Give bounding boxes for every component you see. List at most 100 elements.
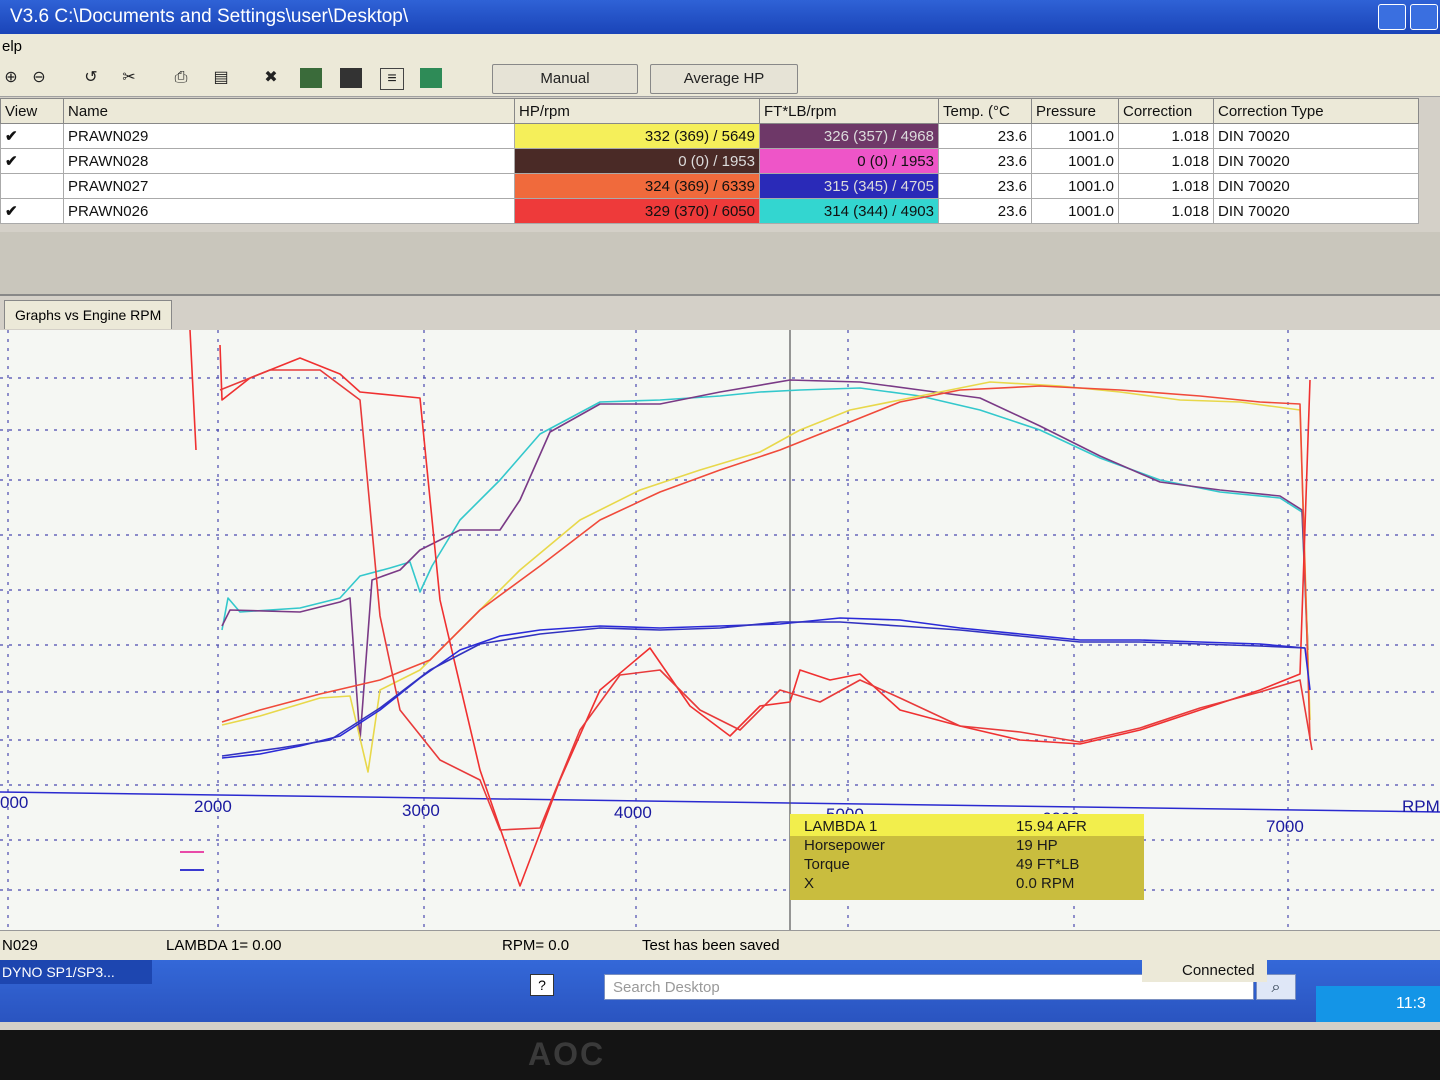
row-view-checkbox[interactable]: ✔ [0,123,64,149]
row-name: PRAWN028 [63,148,515,174]
row-ftlb: 315 (345) / 4705 [759,173,939,199]
row-view-checkbox[interactable]: ✔ [0,148,64,174]
row-hp: 332 (369) / 5649 [514,123,760,149]
header-correction-type[interactable]: Correction Type [1213,98,1419,124]
tools-icon[interactable]: ✖ [260,68,282,88]
dyno-graph[interactable]: 000200030004000500060007000RPMLAMBDA 115… [0,329,1440,930]
status-lambda: LAMBDA 1= 0.00 [166,937,282,954]
average-hp-button[interactable]: Average HP [650,64,798,94]
row-pressure: 1001.0 [1031,198,1119,224]
tooltip-value: 15.94 AFR [1016,818,1087,835]
row-correction-type: DIN 70020 [1213,123,1419,149]
table-row[interactable]: ✔ PRAWN029 332 (369) / 5649 326 (357) / 496… [0,123,1419,149]
x-tick-label: 4000 [614,803,652,822]
header-view[interactable]: View [0,98,64,124]
status-message: Test has been saved [642,937,780,954]
row-correction: 1.018 [1118,148,1214,174]
maximize-button[interactable] [1410,4,1438,30]
tooltip-value: 0.0 RPM [1016,875,1074,892]
header-pressure[interactable]: Pressure [1031,98,1119,124]
torque-curve-prawn029 [221,379,1309,741]
row-temp: 23.6 [938,148,1032,174]
row-correction: 1.018 [1118,198,1214,224]
display-icon[interactable] [340,68,362,88]
x-tick-label: 2000 [194,797,232,816]
header-temp[interactable]: Temp. (°C [938,98,1032,124]
row-correction-type: DIN 70020 [1213,173,1419,199]
header-correction[interactable]: Correction [1118,98,1214,124]
screen: V3.6 C:\Documents and Settings\user\Desk… [0,0,1440,1030]
table-header-row: View Name HP/rpm FT*LB/rpm Temp. (°C Pre… [0,98,1419,124]
tooltip-label: X [804,875,814,892]
row-name: PRAWN026 [63,198,515,224]
menu-help[interactable]: elp [2,38,22,55]
header-hp[interactable]: HP/rpm [514,98,760,124]
status-bar: N029 LAMBDA 1= 0.00 RPM= 0.0 Test has be… [0,930,1440,961]
clock: 11:3 [1396,995,1426,1012]
table-row[interactable]: PRAWN027 324 (369) / 6339 315 (345) / 4705… [0,173,1419,199]
print-preview-icon[interactable]: ⎙ [170,68,192,88]
row-hp: 0 (0) / 1953 [514,148,760,174]
status-run: N029 [2,937,38,954]
row-ftlb: 326 (357) / 4968 [759,123,939,149]
undo-icon[interactable]: ↺ [80,68,102,88]
row-view-checkbox[interactable] [0,173,64,199]
menu-bar: elp [0,34,1440,60]
connection-status: Connected [1142,960,1267,982]
cut-icon[interactable]: ✂ [118,68,140,88]
minimize-button[interactable] [1378,4,1406,30]
row-hp: 329 (370) / 6050 [514,198,760,224]
row-hp: 324 (369) / 6339 [514,173,760,199]
torque-curve-prawn026 [221,387,1309,661]
row-temp: 23.6 [938,123,1032,149]
help-icon[interactable]: ? [530,974,554,996]
row-view-checkbox[interactable]: ✔ [0,198,64,224]
tooltip-value: 19 HP [1016,837,1058,854]
hp-curve-prawn029 [221,381,1311,773]
row-ftlb: 314 (344) / 4903 [759,198,939,224]
system-tray: 11:3 [1316,986,1440,1022]
runs-table: View Name HP/rpm FT*LB/rpm Temp. (°C Pre… [0,98,1419,224]
x-axis-unit: RPM [1402,797,1440,816]
table-row[interactable]: ✔ PRAWN026 329 (370) / 6050 314 (344) / 490… [0,198,1419,224]
boost-curve-2 [221,621,1306,757]
zoom-in-icon[interactable]: ⊕ [0,68,22,88]
zoom-out-icon[interactable]: ⊖ [28,68,50,88]
x-tick-label: 7000 [1266,817,1304,836]
taskbar-dyno-app[interactable]: DYNO SP1/SP3... [0,960,152,984]
row-correction-type: DIN 70020 [1213,198,1419,224]
graph-area[interactable]: 000200030004000500060007000RPMLAMBDA 115… [0,329,1440,930]
tooltip-label: Horsepower [804,837,885,854]
x-tick-label: 000 [0,793,28,812]
header-ftlb[interactable]: FT*LB/rpm [759,98,939,124]
row-correction: 1.018 [1118,123,1214,149]
row-pressure: 1001.0 [1031,123,1119,149]
x-tick-label: 3000 [402,801,440,820]
header-name[interactable]: Name [63,98,515,124]
manual-button[interactable]: Manual [492,64,638,94]
row-ftlb: 0 (0) / 1953 [759,148,939,174]
row-correction-type: DIN 70020 [1213,148,1419,174]
row-temp: 23.6 [938,198,1032,224]
row-pressure: 1001.0 [1031,148,1119,174]
row-name: PRAWN029 [63,123,515,149]
lambda-curve-prawn029 [219,369,1313,831]
row-temp: 23.6 [938,173,1032,199]
graph-icon[interactable] [300,68,322,88]
status-rpm: RPM= 0.0 [502,937,570,954]
table-row[interactable]: ✔ PRAWN028 0 (0) / 1953 0 (0) / 1953 23.6 100… [0,148,1419,174]
title-bar: V3.6 C:\Documents and Settings\user\Desk… [0,0,1440,34]
tooltip-label: LAMBDA 1 [804,818,877,835]
row-correction: 1.018 [1118,173,1214,199]
printer-icon[interactable]: ▤ [210,68,232,88]
window-title: V3.6 C:\Documents and Settings\user\Desk… [10,6,409,27]
connected-label: Connected [1182,962,1255,979]
row-name: PRAWN027 [63,173,515,199]
tab-graphs-vs-rpm[interactable]: Graphs vs Engine RPM [4,300,173,329]
taskbar: DYNO SP1/SP3... ? Search Desktop ⌕ Conne… [0,960,1440,1022]
curve-icon[interactable] [420,68,442,88]
monitor-bezel [0,1030,1440,1080]
row-pressure: 1001.0 [1031,173,1119,199]
toolbar: ⊕ ⊖ ↺ ✂ ⎙ ▤ ✖ ≡ Manual Average HP [0,60,1440,97]
notes-icon[interactable]: ≡ [380,68,404,90]
